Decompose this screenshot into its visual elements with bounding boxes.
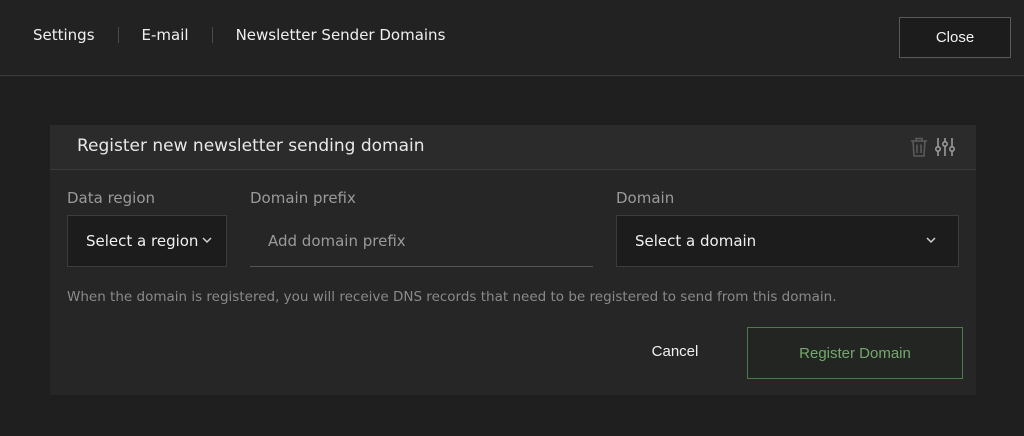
chevron-down-icon [202, 237, 212, 244]
close-button[interactable]: Close [899, 17, 1011, 58]
breadcrumb-separator [117, 27, 119, 43]
breadcrumb-item-newsletter-sender-domains: Newsletter Sender Domains [235, 26, 446, 44]
sliders-icon[interactable] [934, 136, 956, 158]
breadcrumb-item-settings[interactable]: Settings [33, 26, 95, 44]
card-header: Register new newsletter sending domain [50, 125, 976, 170]
chevron-down-icon [926, 237, 936, 244]
trash-icon[interactable] [908, 136, 930, 158]
breadcrumb-item-email[interactable]: E-mail [142, 26, 189, 44]
domain-prefix-input[interactable] [250, 215, 593, 267]
domain-select[interactable]: Select a domain [616, 215, 959, 267]
data-region-select[interactable]: Select a region [67, 215, 227, 267]
domain-label: Domain [616, 189, 675, 207]
cancel-button[interactable]: Cancel [634, 329, 716, 373]
page-content: Register new newsletter sending domain D… [0, 77, 1024, 436]
breadcrumb-separator [211, 27, 213, 43]
card-title: Register new newsletter sending domain [77, 136, 425, 156]
domain-prefix-label: Domain prefix [250, 189, 356, 207]
dns-info-note: When the domain is registered, you will … [67, 289, 837, 305]
top-bar: Settings E-mail Newsletter Sender Domain… [0, 0, 1024, 76]
domain-selected: Select a domain [635, 232, 757, 250]
data-region-label: Data region [67, 189, 156, 207]
data-region-selected: Select a region [86, 232, 199, 250]
register-domain-card: Register new newsletter sending domain D… [50, 125, 976, 395]
register-domain-button[interactable]: Register Domain [747, 327, 963, 379]
breadcrumb: Settings E-mail Newsletter Sender Domain… [33, 26, 445, 44]
